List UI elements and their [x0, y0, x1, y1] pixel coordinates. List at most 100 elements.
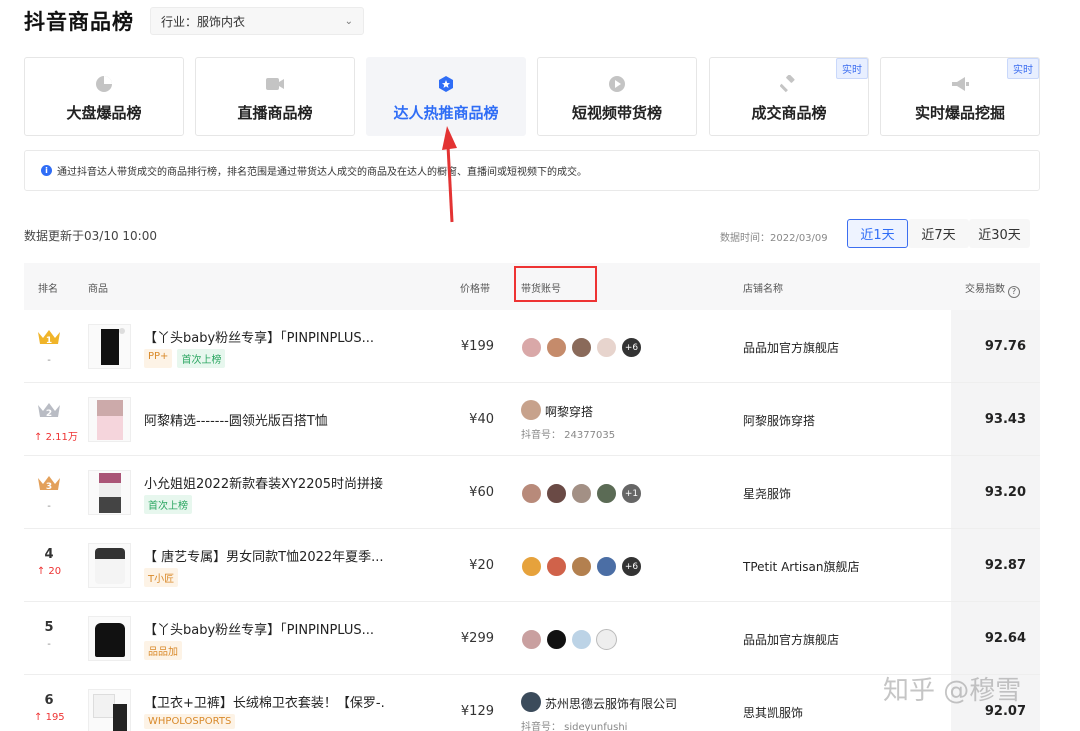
table-row[interactable]: 5 - 【丫头baby粉丝专享】「PINPINPLUS... 品品加 ¥299 …: [24, 602, 1040, 675]
tab-live-products[interactable]: 直播商品榜: [195, 57, 355, 136]
avatar[interactable]: [521, 400, 541, 420]
avatar[interactable]: [521, 629, 542, 650]
rank-change: ↑ 195: [34, 712, 65, 723]
avatar[interactable]: [521, 483, 542, 504]
product-name[interactable]: 小允姐姐2022新款春装XY2205时尚拼接...: [144, 473, 384, 492]
shop-name[interactable]: 阿黎服饰穿搭: [743, 412, 815, 429]
rank-change: -: [47, 639, 51, 650]
tab-short-video[interactable]: 短视频带货榜: [537, 57, 697, 136]
tab-realtime-mining[interactable]: 实时 实时爆品挖掘: [880, 57, 1040, 136]
info-bar: i 通过抖音达人带货成交的商品排行榜，排名范围是通过带货达人成交的商品及在达人的…: [24, 150, 1040, 191]
shop-name[interactable]: 品品加官方旗舰店: [743, 339, 839, 356]
star-badge-icon: [436, 74, 456, 94]
account-name[interactable]: 苏州思德云服饰有限公司: [545, 695, 677, 712]
avatar[interactable]: [521, 692, 541, 712]
product-thumbnail[interactable]: [88, 324, 131, 369]
product-tags: T小匠: [144, 568, 179, 587]
product-name[interactable]: 【丫头baby粉丝专享】「PINPINPLUS...: [144, 327, 384, 346]
rank-change: -: [47, 501, 51, 512]
trade-index: 93.20: [984, 485, 1026, 500]
product-name[interactable]: 【丫头baby粉丝专享】「PINPINPLUS...: [144, 619, 384, 638]
tab-label: 大盘爆品榜: [66, 104, 142, 122]
more-accounts-badge[interactable]: +6: [621, 556, 642, 577]
rank-cell: 2 ↑ 2.11万: [34, 401, 78, 443]
brand-tag: WHPOLOSPORTS: [144, 714, 236, 729]
avatar[interactable]: [596, 556, 617, 577]
crown-rank: 2: [46, 409, 52, 419]
shop-name[interactable]: 品品加官方旗舰店: [743, 631, 839, 648]
product-thumbnail[interactable]: [88, 397, 131, 442]
avatar[interactable]: [596, 483, 617, 504]
account-avatars[interactable]: +6: [521, 337, 646, 358]
account-avatars[interactable]: +6: [521, 556, 646, 577]
rank-change-value: 20: [48, 566, 62, 577]
price: ¥40: [469, 412, 494, 427]
gold-crown-icon: 1: [34, 328, 64, 351]
table-row[interactable]: 2 ↑ 2.11万 阿黎精选-------圆领光版百搭T恤 ¥40 啊黎穿搭 抖…: [24, 383, 1040, 456]
avatar[interactable]: [546, 629, 567, 650]
rank-number: 4: [44, 547, 54, 562]
annotation-arrow: [442, 126, 457, 223]
price: ¥20: [469, 558, 494, 573]
avatar[interactable]: [571, 556, 592, 577]
avatar[interactable]: [521, 556, 542, 577]
play-circle-icon: [607, 74, 627, 94]
industry-select[interactable]: 行业：服饰内衣 ⌄: [150, 7, 364, 35]
table-row[interactable]: 3 - 小允姐姐2022新款春装XY2205时尚拼接... 首次上榜 ¥60 +…: [24, 456, 1040, 529]
shop-name[interactable]: 星尧服饰: [743, 485, 791, 502]
avatar[interactable]: [571, 629, 592, 650]
rank-change-value: 195: [45, 712, 65, 723]
product-thumbnail[interactable]: [88, 616, 131, 661]
product-name[interactable]: 阿黎精选-------圆领光版百搭T恤: [144, 410, 384, 429]
arrow-up-icon: ↑: [34, 712, 43, 723]
rank-cell: 1 -: [34, 328, 64, 366]
watermark: 知乎 @穆雪: [883, 676, 1022, 706]
shop-name[interactable]: TPetit Artisan旗舰店: [743, 558, 859, 575]
rank-change: -: [47, 355, 51, 366]
tab-deal-products[interactable]: 实时 成交商品榜: [709, 57, 869, 136]
avatar[interactable]: [546, 483, 567, 504]
product-name[interactable]: 【 唐艺专属】男女同款T恤2022年夏季...: [144, 546, 384, 565]
range-7-day-button[interactable]: 近7天: [908, 219, 969, 248]
product-name[interactable]: 【卫衣+卫裤】长绒棉卫衣套装！【保罗-...: [144, 692, 384, 711]
rank-change: ↑ 2.11万: [34, 428, 78, 443]
range-30-day-button[interactable]: 近30天: [969, 219, 1030, 248]
header-price: 价格带: [460, 284, 490, 295]
product-tags: 首次上榜: [144, 495, 192, 514]
industry-select-value: 行业：服饰内衣: [161, 14, 246, 29]
account-avatars[interactable]: +1: [521, 483, 646, 504]
avatar[interactable]: [546, 337, 567, 358]
video-camera-icon: [265, 74, 285, 94]
product-thumbnail[interactable]: [88, 543, 131, 588]
more-accounts-badge[interactable]: +1: [621, 483, 642, 504]
brand-tag: T小匠: [144, 568, 179, 587]
table-row[interactable]: 4 ↑ 20 【 唐艺专属】男女同款T恤2022年夏季... T小匠 ¥20 +…: [24, 529, 1040, 602]
trade-index: 97.76: [984, 339, 1026, 354]
avatar[interactable]: [596, 629, 617, 650]
tab-market-hot[interactable]: 大盘爆品榜: [24, 57, 184, 136]
account-name[interactable]: 啊黎穿搭: [545, 403, 593, 420]
price: ¥199: [460, 339, 494, 354]
help-icon[interactable]: ?: [1008, 285, 1020, 298]
product-thumbnail[interactable]: [88, 689, 131, 731]
more-accounts-badge[interactable]: +6: [621, 337, 642, 358]
range-1-day-button[interactable]: 近1天: [847, 219, 908, 248]
avatar[interactable]: [596, 337, 617, 358]
avatar[interactable]: [546, 556, 567, 577]
price: ¥129: [460, 704, 494, 719]
ranking-tabs: 大盘爆品榜 直播商品榜 达人热推商品榜 短视频带货榜 实时 成交商品榜 实时 实…: [24, 57, 1040, 136]
crown-rank: 3: [46, 482, 52, 492]
trade-index: 92.87: [984, 558, 1026, 573]
product-thumbnail[interactable]: [88, 470, 131, 515]
avatar[interactable]: [571, 483, 592, 504]
avatar[interactable]: [521, 337, 542, 358]
shop-name[interactable]: 思其凯服饰: [743, 704, 803, 721]
trade-index: 92.64: [984, 631, 1026, 646]
table-row[interactable]: 1 - 【丫头baby粉丝专享】「PINPINPLUS... PP+ 首次上榜 …: [24, 310, 1040, 383]
info-icon: i: [41, 165, 52, 176]
rank-change: ↑ 20: [34, 566, 64, 577]
tab-label: 成交商品榜: [751, 104, 827, 122]
avatar[interactable]: [571, 337, 592, 358]
account-avatars[interactable]: [521, 629, 621, 650]
data-date: 数据时间：2022/03/09: [720, 233, 828, 244]
